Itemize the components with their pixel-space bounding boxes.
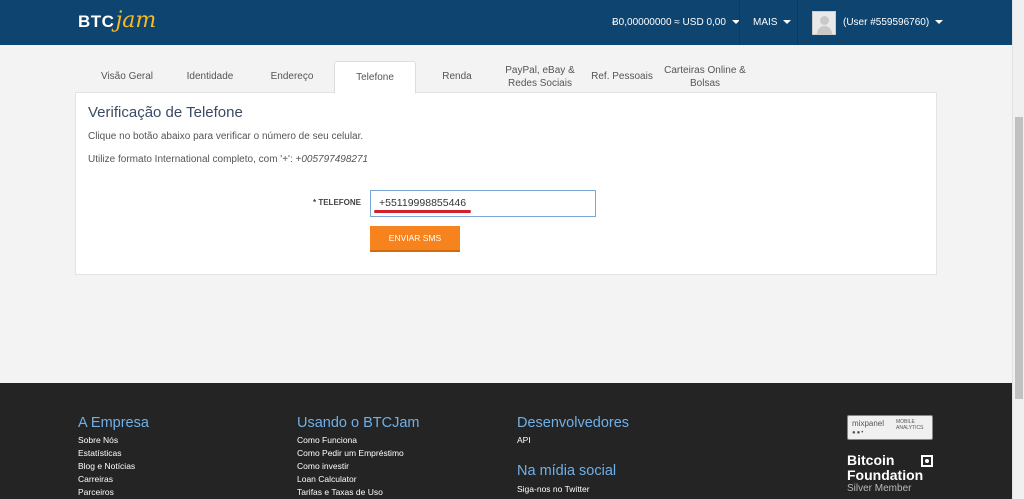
verification-description: Clique no botão abaixo para verificar o …: [88, 131, 364, 142]
mais-dropdown[interactable]: MAIS: [753, 0, 792, 45]
bitcoin-foundation-icon: [921, 455, 933, 467]
nav-divider: [739, 0, 740, 45]
footer-link-tarifas[interactable]: Tarifas e Taxas de Uso: [297, 487, 383, 497]
tab-endereco[interactable]: Endereço: [258, 61, 326, 92]
mixpanel-dots-icon: ●●•: [852, 430, 865, 436]
footer-link-estatisticas[interactable]: Estatísticas: [78, 448, 121, 458]
mixpanel-sub: MOBILE ANALYTICS: [896, 419, 923, 431]
scrollbar-thumb[interactable]: [1015, 117, 1023, 399]
footer-link-blog[interactable]: Blog e Notícias: [78, 461, 135, 471]
spellcheck-underline: [374, 210, 471, 213]
user-dropdown[interactable]: (User #559596760): [843, 0, 944, 45]
send-sms-button[interactable]: ENVIAR SMS: [370, 226, 460, 252]
tab-carteiras-online[interactable]: Carteiras Online & Bolsas: [662, 61, 748, 92]
footer-link-parceiros[interactable]: Parceiros: [78, 487, 114, 497]
tab-identidade[interactable]: Identidade: [175, 61, 245, 92]
btcjam-logo[interactable]: BTC jam: [78, 8, 156, 36]
logo-jam-text: jam: [115, 8, 157, 33]
mixpanel-sub2: ANALYTICS: [896, 425, 924, 431]
top-navbar: BTC jam Ƀ0,00000000 ≈ USD 0,00 MAIS (Use…: [0, 0, 1012, 45]
page-scrollbar[interactable]: [1012, 0, 1024, 499]
footer-heading-usando: Usando o BTCJam: [297, 415, 420, 431]
page-footer: A Empresa Sobre Nós Estatísticas Blog e …: [0, 383, 1012, 499]
user-avatar[interactable]: [812, 11, 836, 35]
phone-label: * TELEFONE: [313, 198, 362, 207]
footer-link-api[interactable]: API: [517, 435, 531, 445]
footer-heading-midia-social: Na mídia social: [517, 463, 617, 479]
bitcoin-foundation-line3: Silver Member: [847, 483, 912, 494]
mixpanel-badge[interactable]: mixpanel MOBILE ANALYTICS ●●•: [847, 415, 933, 440]
caret-down-icon: [935, 20, 944, 25]
bitcoin-foundation-line2: Foundation: [847, 467, 924, 483]
footer-link-como-funciona[interactable]: Como Funciona: [297, 435, 357, 445]
format-example: +005797498271: [295, 154, 369, 165]
balance-text: Ƀ0,00000000 ≈ USD 0,00: [612, 17, 726, 28]
footer-link-carreiras[interactable]: Carreiras: [78, 474, 113, 484]
footer-link-sobre-nos[interactable]: Sobre Nós: [78, 435, 118, 445]
bitcoin-foundation-badge[interactable]: Bitcoin Foundation Silver Member: [847, 453, 935, 495]
footer-heading-empresa: A Empresa: [78, 415, 149, 431]
format-hint-text: Utilize formato International completo, …: [88, 154, 296, 165]
nav-divider: [797, 0, 798, 45]
format-hint: Utilize formato International completo, …: [88, 154, 368, 165]
footer-link-loan-calculator[interactable]: Loan Calculator: [297, 474, 357, 484]
tab-paypal-ebay[interactable]: PayPal, eBay & Redes Sociais: [497, 61, 583, 92]
tab-telefone[interactable]: Telefone: [334, 61, 416, 94]
footer-link-como-pedir[interactable]: Como Pedir um Empréstimo: [297, 448, 404, 458]
footer-link-como-investir[interactable]: Como investir: [297, 461, 349, 471]
user-label: (User #559596760): [843, 17, 930, 28]
mais-label: MAIS: [753, 17, 778, 28]
footer-link-twitter[interactable]: Siga-nos no Twitter: [517, 484, 590, 494]
caret-down-icon: [783, 20, 792, 25]
logo-btc-text: BTC: [78, 12, 115, 31]
tab-visao-geral[interactable]: Visão Geral: [92, 61, 162, 92]
balance-dropdown[interactable]: Ƀ0,00000000 ≈ USD 0,00: [612, 0, 740, 45]
page-title: Verificação de Telefone: [88, 104, 243, 121]
footer-heading-desenvolvedores: Desenvolvedores: [517, 415, 630, 431]
phone-verification-panel: Verificação de Telefone Clique no botão …: [75, 92, 937, 275]
tab-renda[interactable]: Renda: [432, 61, 482, 92]
mixpanel-name: mixpanel: [852, 419, 885, 428]
tab-ref-pessoais[interactable]: Ref. Pessoais: [590, 61, 654, 92]
